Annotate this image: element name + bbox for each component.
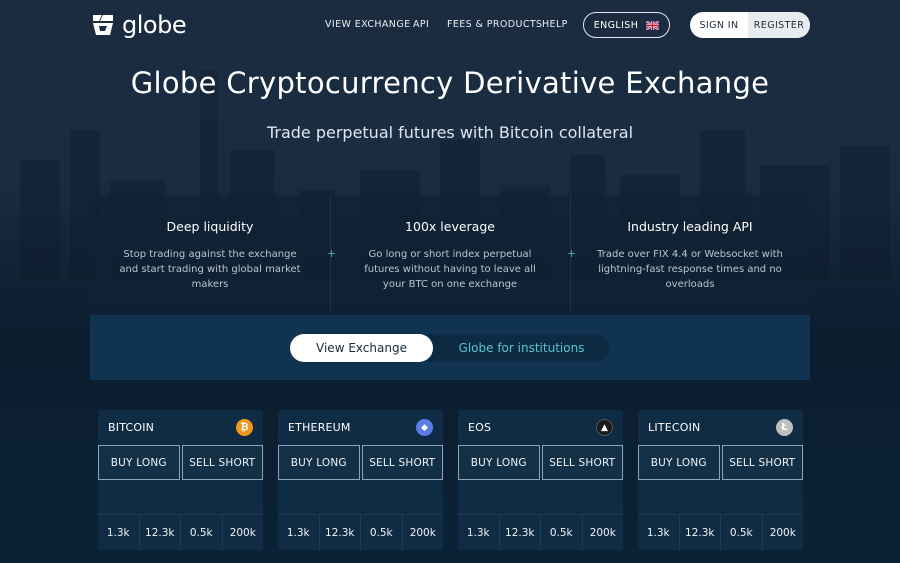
language-label: ENGLISH: [593, 19, 639, 31]
trade-buttons: BUY LONG SELL SHORT: [278, 445, 443, 480]
card-header: ETHEREUM ◆: [278, 410, 443, 445]
market-card-litecoin: LITECOIN Ł BUY LONG SELL SHORT 1.3k 12.3…: [638, 410, 803, 550]
ethereum-icon: ◆: [416, 419, 433, 436]
institutions-button[interactable]: Globe for institutions: [433, 334, 610, 362]
sell-short-button[interactable]: SELL SHORT: [181, 445, 263, 480]
feature-leverage: 100x leverage Go long or short index per…: [330, 195, 570, 315]
stat-value: 12.3k: [500, 515, 541, 550]
stat-value: 0.5k: [181, 515, 223, 550]
stat-value: 12.3k: [680, 515, 721, 550]
nav-help[interactable]: HELP: [542, 19, 568, 30]
market-stats: 1.3k 12.3k 0.5k 200k: [98, 514, 263, 550]
trade-buttons: BUY LONG SELL SHORT: [98, 445, 263, 480]
top-navigation: globe VIEW EXCHANGE API FEES & PRODUCTS …: [0, 0, 900, 50]
feature-title: 100x leverage: [405, 219, 495, 234]
stat-value: 0.5k: [721, 515, 763, 550]
sell-short-button[interactable]: SELL SHORT: [721, 445, 803, 480]
market-name: BITCOIN: [108, 421, 155, 434]
market-name: LITECOIN: [648, 421, 701, 434]
stat-value: 0.5k: [541, 515, 583, 550]
stat-value: 12.3k: [320, 515, 361, 550]
stat-value: 200k: [229, 526, 256, 539]
register-button[interactable]: REGISTER: [748, 12, 810, 38]
stat-value: 12.3k: [140, 515, 181, 550]
stat-value: 1.3k: [458, 515, 500, 550]
market-card-bitcoin: BITCOIN ₿ BUY LONG SELL SHORT 1.3k 12.3k…: [98, 410, 263, 550]
stat-value: 1.3k: [278, 515, 320, 550]
market-stats: 1.3k 12.3k 0.5k 200k: [458, 514, 623, 550]
cta-bar: View Exchange Globe for institutions: [90, 315, 810, 380]
market-card-eos: EOS ▲ BUY LONG SELL SHORT 1.3k 12.3k 0.5…: [458, 410, 623, 550]
feature-title: Deep liquidity: [166, 219, 254, 234]
uk-flag-icon: [646, 20, 660, 30]
card-header: BITCOIN ₿: [98, 410, 263, 445]
trade-buttons: BUY LONG SELL SHORT: [458, 445, 623, 480]
page-title: Globe Cryptocurrency Derivative Exchange: [130, 66, 770, 100]
eos-icon: ▲: [596, 419, 613, 436]
card-header: LITECOIN Ł: [638, 410, 803, 445]
buy-long-button[interactable]: BUY LONG: [98, 445, 180, 480]
litecoin-icon: Ł: [776, 419, 793, 436]
features-panel: Deep liquidity Stop trading against the …: [90, 195, 810, 315]
view-exchange-button[interactable]: View Exchange: [290, 334, 433, 362]
language-selector[interactable]: ENGLISH: [583, 12, 670, 38]
nav-view-exchange[interactable]: VIEW EXCHANGE: [325, 19, 410, 30]
market-name: ETHEREUM: [288, 421, 351, 434]
globe-logo[interactable]: globe: [90, 11, 187, 39]
sell-short-button[interactable]: SELL SHORT: [361, 445, 443, 480]
buy-long-button[interactable]: BUY LONG: [458, 445, 540, 480]
nav-api[interactable]: API: [413, 19, 429, 30]
feature-text: Go long or short index perpetual futures…: [364, 249, 536, 290]
buy-long-button[interactable]: BUY LONG: [278, 445, 360, 480]
market-stats: 1.3k 12.3k 0.5k 200k: [278, 514, 443, 550]
stat-value: 200k: [409, 526, 436, 539]
page-subtitle: Trade perpetual futures with Bitcoin col…: [266, 123, 634, 142]
sign-in-button[interactable]: SIGN IN: [690, 12, 748, 38]
brand-name: globe: [122, 11, 187, 39]
trade-buttons: BUY LONG SELL SHORT: [638, 445, 803, 480]
feature-deep-liquidity: Deep liquidity Stop trading against the …: [90, 195, 330, 315]
feature-text: Trade over FIX 4.4 or Websocket with lig…: [597, 249, 783, 290]
bitcoin-icon: ₿: [236, 419, 253, 436]
stat-value: 200k: [769, 526, 796, 539]
market-name: EOS: [468, 421, 492, 434]
market-stats: 1.3k 12.3k 0.5k 200k: [638, 514, 803, 550]
stat-value: 0.5k: [361, 515, 403, 550]
cta-toggle: View Exchange Globe for institutions: [290, 334, 610, 362]
feature-api: Industry leading API Trade over FIX 4.4 …: [570, 195, 810, 315]
auth-buttons: SIGN IN REGISTER: [690, 12, 810, 38]
nav-fees-products[interactable]: FEES & PRODUCTS: [447, 19, 543, 30]
stat-value: 1.3k: [98, 515, 140, 550]
globe-logo-icon: [93, 15, 113, 35]
stat-value: 1.3k: [638, 515, 680, 550]
card-header: EOS ▲: [458, 410, 623, 445]
sell-short-button[interactable]: SELL SHORT: [541, 445, 623, 480]
stat-value: 200k: [589, 526, 616, 539]
market-card-ethereum: ETHEREUM ◆ BUY LONG SELL SHORT 1.3k 12.3…: [278, 410, 443, 550]
feature-title: Industry leading API: [627, 219, 753, 234]
buy-long-button[interactable]: BUY LONG: [638, 445, 720, 480]
feature-text: Stop trading against the exchange and st…: [119, 249, 301, 290]
